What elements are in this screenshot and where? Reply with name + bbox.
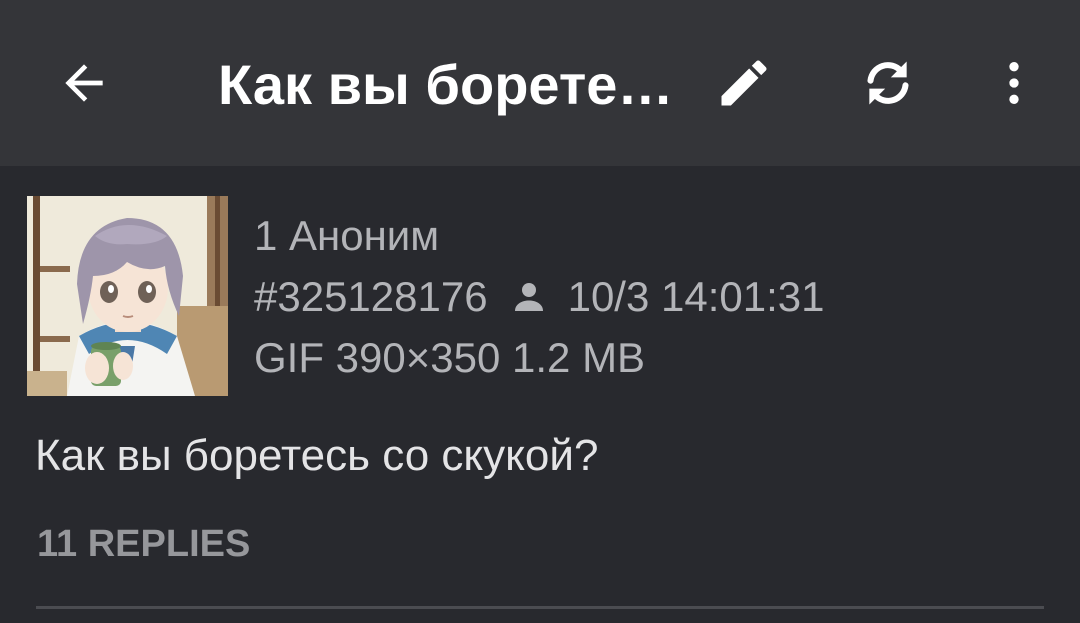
- divider: [36, 606, 1044, 609]
- arrow-back-icon: [65, 64, 103, 102]
- more-vert-icon: [1009, 62, 1019, 104]
- overflow-menu-button[interactable]: [974, 43, 1054, 123]
- back-button[interactable]: [44, 43, 124, 123]
- refresh-button[interactable]: [848, 43, 928, 123]
- thread-title: Как вы борете…: [218, 53, 674, 116]
- reply-button[interactable]: [704, 43, 784, 123]
- poster-name: Аноним: [289, 212, 440, 259]
- refresh-icon: [867, 61, 909, 105]
- post-number[interactable]: #325128176: [254, 271, 488, 323]
- app-toolbar: Как вы борете…: [0, 0, 1080, 166]
- file-info: GIF 390×350 1.2 MB: [254, 334, 646, 381]
- replies-link[interactable]: 11 REPLIES: [37, 518, 250, 570]
- post-thumbnail[interactable]: [27, 196, 228, 396]
- post-text: Как вы боретесь со скукой?: [35, 431, 599, 480]
- post-index: 1: [254, 212, 278, 259]
- post-card: 1 Аноним #325128176 10/3 14:01:31 GIF 39…: [0, 166, 1080, 623]
- post-date: 10/3 14:01:31: [567, 273, 825, 320]
- pencil-icon: [721, 60, 767, 106]
- person-icon: [514, 283, 543, 311]
